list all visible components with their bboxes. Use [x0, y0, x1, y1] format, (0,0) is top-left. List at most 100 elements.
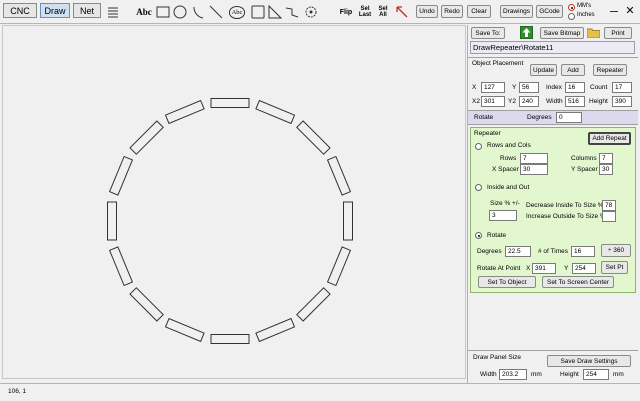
y-spacer-field[interactable]: 30 [599, 164, 613, 175]
rows-and-cols-label: Rows and Cols [487, 142, 531, 149]
arc-tool-icon[interactable] [190, 3, 206, 21]
add-button[interactable]: Add [561, 64, 585, 76]
ring-rectangle[interactable] [164, 99, 205, 125]
ring-rectangle[interactable] [296, 287, 331, 322]
y-field[interactable]: 56 [519, 82, 539, 93]
drawings-button[interactable]: Drawings [500, 5, 533, 18]
index-field[interactable]: 16 [565, 82, 585, 93]
ring-rectangle[interactable] [129, 287, 164, 322]
times-label: # of Times [538, 248, 568, 255]
draw-canvas[interactable] [2, 25, 466, 379]
y2-label: Y2 [508, 98, 516, 105]
save-draw-settings-button[interactable]: Save Draw Settings [547, 355, 631, 367]
sel-all-button[interactable]: Sel All [376, 3, 390, 21]
ring-rectangle[interactable] [255, 317, 296, 343]
ring-rectangle[interactable] [255, 99, 296, 125]
file-name-field[interactable]: DrawRepeater\Rotate11 [470, 41, 635, 54]
ellipse-tool-icon[interactable] [172, 3, 188, 21]
tab-draw[interactable]: Draw [40, 3, 70, 18]
gear-tool-icon[interactable] [302, 3, 320, 21]
increase-field[interactable] [602, 211, 616, 222]
point-x-field[interactable]: 391 [532, 263, 556, 274]
divide-360-button[interactable]: ÷ 360 [601, 244, 631, 257]
redo-button[interactable]: Redo [441, 5, 463, 18]
rotate-at-point-label: Rotate At Point [477, 265, 521, 272]
draw-height-field[interactable]: 254 [583, 369, 609, 380]
x2-field[interactable]: 301 [481, 96, 505, 107]
set-to-screen-center-button[interactable]: Set To Screen Center [542, 276, 614, 288]
ring-rectangle[interactable] [108, 246, 134, 287]
x-field[interactable]: 127 [481, 82, 505, 93]
width-field[interactable]: 516 [565, 96, 585, 107]
set-to-object-button[interactable]: Set To Object [478, 276, 536, 288]
ring-rectangle[interactable] [296, 120, 331, 155]
save-bitmap-button[interactable]: Save Bitmap [540, 27, 584, 39]
update-button[interactable]: Update [530, 64, 557, 76]
inside-and-out-label: Inside and Out [487, 184, 530, 191]
tab-net[interactable]: Net [73, 3, 101, 18]
polyline-tool-icon[interactable] [284, 3, 300, 21]
rectangle-ring [107, 98, 353, 344]
rounded-rect-tool-icon[interactable] [250, 3, 266, 21]
ring-rectangle[interactable] [129, 120, 164, 155]
undo-button[interactable]: Undo [416, 5, 438, 18]
minimize-icon[interactable] [610, 11, 618, 12]
y2-field[interactable]: 240 [519, 96, 539, 107]
add-repeat-button[interactable]: Add Repeat [588, 132, 631, 145]
triangle-tool-icon[interactable] [267, 3, 283, 21]
folder-icon[interactable] [586, 27, 601, 39]
close-icon[interactable]: ✕ [624, 4, 636, 18]
flip-button[interactable]: Flip [337, 3, 355, 21]
degrees-label: Degrees [477, 248, 502, 255]
menu-icon[interactable] [106, 3, 120, 21]
status-bar [0, 383, 640, 401]
rotate-radio[interactable] [475, 232, 482, 239]
print-button[interactable]: Print [604, 27, 632, 39]
degrees-field[interactable]: 22.5 [505, 246, 531, 257]
height-field[interactable]: 390 [612, 96, 632, 107]
ring-rectangle[interactable] [210, 334, 250, 344]
decrease-field[interactable]: 78 [602, 200, 616, 211]
ring-rectangle[interactable] [108, 155, 134, 196]
x-spacer-field[interactable]: 30 [520, 164, 548, 175]
mms-radio[interactable] [568, 4, 575, 11]
select-arrow-icon[interactable] [394, 3, 410, 21]
rotate-degrees-label: Degrees [527, 114, 552, 121]
clear-button[interactable]: Clear [467, 5, 491, 18]
count-field[interactable]: 17 [612, 82, 632, 93]
ring-rectangle[interactable] [107, 201, 117, 241]
rows-field[interactable]: 7 [520, 153, 548, 164]
ring-rectangle[interactable] [164, 317, 205, 343]
times-field[interactable]: 16 [571, 246, 595, 257]
upload-icon[interactable] [520, 26, 533, 39]
size-field[interactable]: 3 [489, 210, 517, 221]
gcode-button[interactable]: GCode [536, 5, 563, 18]
repeater-button[interactable]: Repeater [593, 64, 627, 76]
text-tool-button[interactable]: Abc [133, 3, 155, 21]
columns-field[interactable]: 7 [599, 153, 613, 164]
rectangle-tool-icon[interactable] [155, 3, 171, 21]
ring-rectangle[interactable] [210, 98, 250, 108]
sel-last-button[interactable]: Sel Last [357, 3, 373, 21]
inside-and-out-radio[interactable] [475, 184, 482, 191]
height-label: Height [589, 98, 608, 105]
inches-radio[interactable] [568, 13, 575, 20]
x-spacer-label: X Spacer [492, 166, 519, 173]
rotate-degrees-field[interactable]: 0 [556, 112, 582, 123]
set-pt-button[interactable]: Set Pt [601, 261, 628, 274]
save-to-button[interactable]: Save To: [471, 27, 505, 39]
units-toggle[interactable]: MM's Inches [567, 2, 603, 22]
divider [468, 57, 638, 58]
circle-text-tool-button[interactable]: Abc [226, 3, 248, 21]
status-coords: 106, 1 [8, 388, 27, 395]
ring-rectangle[interactable] [326, 155, 352, 196]
point-y-field[interactable]: 254 [572, 263, 596, 274]
columns-label: Columns [571, 155, 597, 162]
rows-and-cols-radio[interactable] [475, 143, 482, 150]
ring-rectangle[interactable] [343, 201, 353, 241]
draw-width-field[interactable]: 203.2 [499, 369, 527, 380]
decrease-label: Decrease Inside To Size % [526, 202, 604, 209]
tab-cnc[interactable]: CNC [3, 3, 37, 18]
line-tool-icon[interactable] [208, 3, 224, 21]
ring-rectangle[interactable] [326, 246, 352, 287]
